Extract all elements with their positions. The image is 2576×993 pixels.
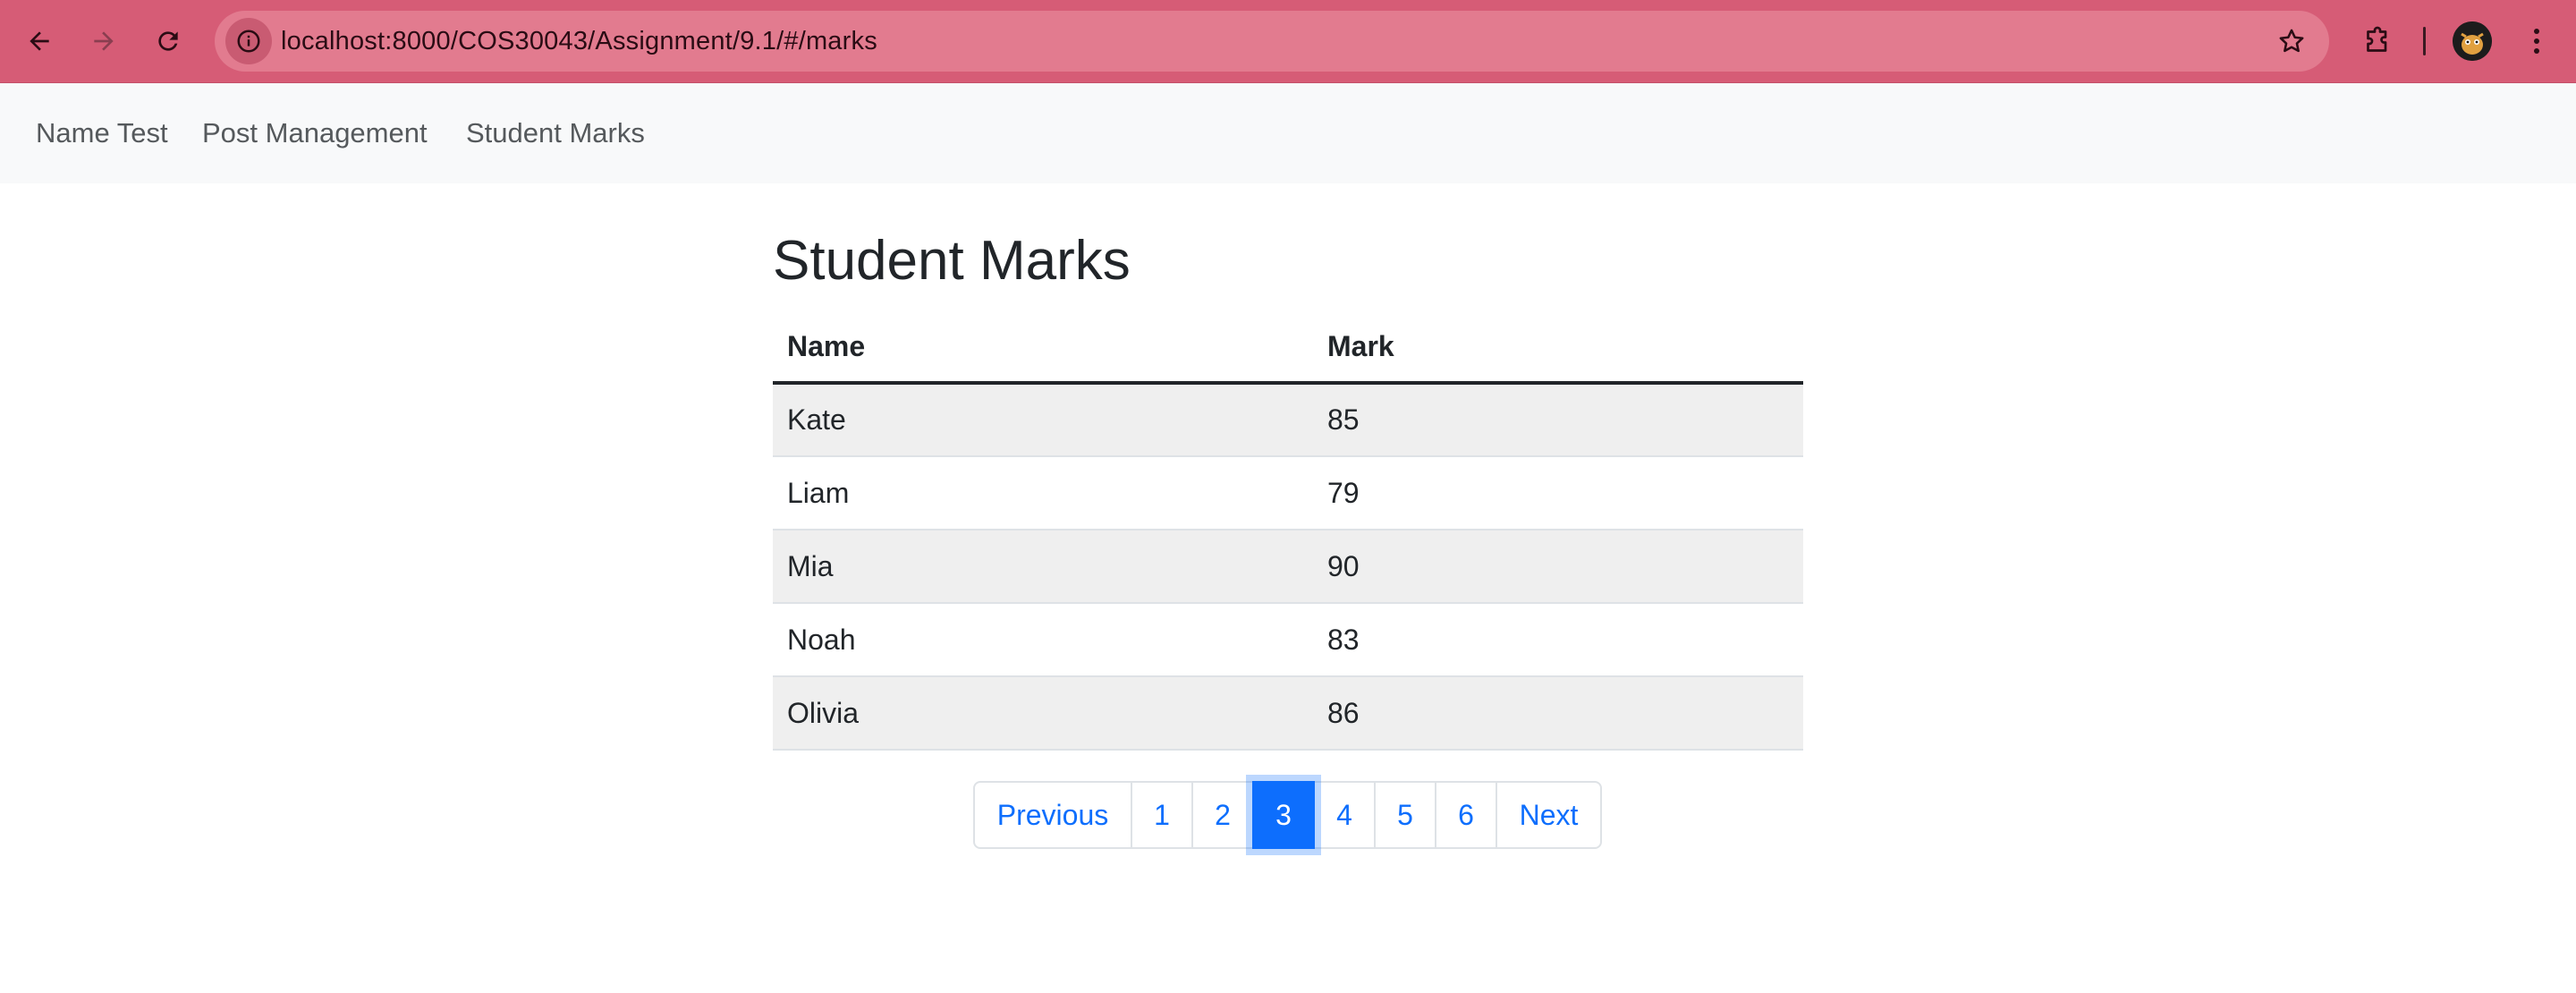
marks-table: Name Mark Kate 85 Liam 79 Mia 90 Noah 83… [773, 311, 1803, 751]
arrow-left-icon [30, 31, 49, 51]
address-bar[interactable]: localhost:8000/COS30043/Assignment/9.1/#… [215, 11, 2329, 72]
arrow-right-icon [94, 31, 114, 51]
pagination-page-4[interactable]: 4 [1313, 781, 1376, 849]
table-row: Mia 90 [773, 530, 1803, 604]
table-row: Kate 85 [773, 383, 1803, 457]
nav-link-post-management[interactable]: Post Management [202, 83, 428, 183]
site-info-button[interactable] [225, 18, 272, 64]
pagination-page-1[interactable]: 1 [1131, 781, 1193, 849]
puzzle-icon [2367, 26, 2387, 52]
student-mark: 90 [1313, 530, 1803, 604]
table-header-row: Name Mark [773, 311, 1803, 385]
table-row: Olivia 86 [773, 676, 1803, 751]
bookmark-button[interactable] [2274, 23, 2309, 59]
toolbar-divider [2423, 27, 2426, 55]
browser-menu-button[interactable] [2521, 21, 2553, 61]
pagination-page-5[interactable]: 5 [1374, 781, 1436, 849]
reload-icon [158, 31, 178, 51]
app-navbar: Name Test Post Management Student Marks [0, 83, 2576, 183]
info-icon [237, 30, 260, 53]
pagination-page-6[interactable]: 6 [1435, 781, 1497, 849]
profile-avatar[interactable] [2453, 21, 2492, 61]
student-mark: 85 [1313, 383, 1803, 457]
nav-link-name-test[interactable]: Name Test [36, 83, 168, 183]
forward-button[interactable] [79, 16, 129, 66]
back-button[interactable] [14, 16, 64, 66]
column-header-name: Name [773, 311, 1313, 385]
column-header-mark: Mark [1313, 311, 1803, 385]
table-row: Noah 83 [773, 603, 1803, 677]
student-name: Liam [773, 456, 1313, 530]
table-row: Liam 79 [773, 456, 1803, 530]
pagination-previous-button[interactable]: Previous [973, 781, 1132, 849]
avatar-icon [2453, 21, 2492, 61]
reload-button[interactable] [143, 16, 193, 66]
pagination-next-button[interactable]: Next [1496, 781, 1602, 849]
student-name: Noah [773, 603, 1313, 677]
student-mark: 83 [1313, 603, 1803, 677]
student-name: Olivia [773, 676, 1313, 751]
student-mark: 79 [1313, 456, 1803, 530]
star-icon [2279, 29, 2304, 53]
pagination-page-2[interactable]: 2 [1191, 781, 1254, 849]
student-name: Mia [773, 530, 1313, 604]
nav-link-student-marks[interactable]: Student Marks [466, 83, 645, 183]
student-name: Kate [773, 383, 1313, 457]
pagination: Previous 1 2 3 4 5 6 Next [973, 781, 1602, 849]
kebab-menu-icon [2534, 29, 2539, 54]
extensions-button[interactable] [2358, 21, 2397, 61]
browser-toolbar: localhost:8000/COS30043/Assignment/9.1/#… [0, 0, 2576, 83]
pagination-page-3[interactable]: 3 [1252, 781, 1315, 849]
page-title: Student Marks [773, 230, 1131, 292]
url-text[interactable]: localhost:8000/COS30043/Assignment/9.1/#… [281, 11, 877, 72]
student-mark: 86 [1313, 676, 1803, 751]
